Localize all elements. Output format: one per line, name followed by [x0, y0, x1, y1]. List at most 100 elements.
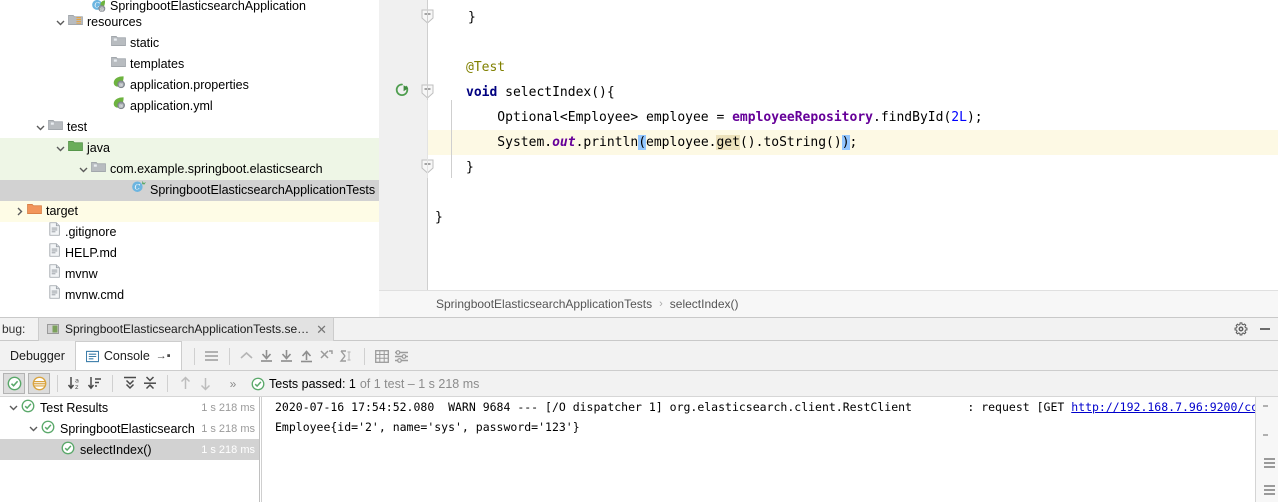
spring-leaf-icon: @	[111, 96, 126, 117]
code-editor[interactable]: } @Test void selectIndex(){ Optional<Emp…	[379, 0, 1278, 290]
test-runner-toolbar: az » Tests passed: 1 of 1 test – 1 s 218…	[0, 371, 1278, 397]
test-tree-row[interactable]: selectIndex() 1 s 218 ms	[0, 439, 259, 460]
next-test-icon[interactable]	[195, 374, 215, 394]
tree-item-label: templates	[130, 57, 185, 71]
scrollbar-grip[interactable]	[1264, 485, 1275, 499]
breadcrumb-class[interactable]: SpringbootElasticsearchApplicationTests	[436, 297, 652, 311]
gear-icon[interactable]	[1234, 322, 1248, 336]
tab-debugger-label: Debugger	[10, 349, 65, 363]
tree-item-label: target	[46, 204, 78, 218]
editor-gutter[interactable]	[379, 0, 434, 290]
top-area: C @ SpringbootElasticsearchApplication reso…	[0, 0, 1278, 317]
tree-item-test[interactable]: test	[0, 117, 379, 138]
test-tree-label: selectIndex()	[80, 442, 152, 457]
tab-debugger[interactable]: Debugger	[0, 342, 75, 371]
tree-item-springbootelasticsearchapplication[interactable]: C @ SpringbootElasticsearchApplication	[0, 0, 379, 12]
collapse-all-icon[interactable]	[140, 374, 160, 394]
test-tree-label: SpringbootElasticsearch	[60, 421, 195, 436]
expand-all-icon[interactable]	[120, 374, 140, 394]
tree-item-target[interactable]: target	[0, 201, 379, 222]
tree-item-label: application.properties	[130, 78, 249, 92]
step-into-icon[interactable]	[277, 346, 297, 366]
toolbar-divider	[228, 347, 230, 365]
step-out-icon[interactable]	[237, 346, 257, 366]
file-icon	[48, 285, 61, 306]
svg-text:@: @	[119, 82, 124, 88]
file-icon	[48, 264, 61, 285]
tree-item-label: .gitignore	[65, 225, 117, 239]
previous-test-icon[interactable]	[175, 374, 195, 394]
folder-icon	[111, 54, 126, 75]
sort-alphabetically-icon[interactable]: az	[65, 374, 85, 394]
code-line-annotation: @Test	[466, 60, 506, 75]
breadcrumb-method[interactable]: selectIndex()	[670, 297, 739, 311]
chevron-right-icon[interactable]	[14, 206, 25, 217]
tree-item-label: mvnw.cmd	[65, 288, 125, 302]
breadcrumb[interactable]: SpringbootElasticsearchApplicationTests …	[379, 290, 1278, 317]
tree-item-templates[interactable]: templates	[0, 54, 379, 75]
chevron-down-icon[interactable]	[55, 143, 66, 154]
console-output[interactable]: 2020-07-16 17:54:52.080 WARN 9684 --- [/…	[261, 397, 1255, 503]
run-test-gutter-icon[interactable]	[391, 80, 413, 105]
toolbar-divider	[363, 347, 365, 365]
test-tree-row[interactable]: Test Results 1 s 218 ms	[0, 397, 259, 418]
test-tree-label: Test Results	[40, 400, 109, 415]
settings-lines-icon[interactable]	[392, 346, 412, 366]
console-scroll-markers[interactable]	[1255, 397, 1278, 503]
chevron-down-icon[interactable]	[8, 402, 19, 413]
pin-tab-icon[interactable]: →▪	[156, 350, 171, 362]
tree-item--gitignore[interactable]: .gitignore	[0, 222, 379, 243]
chevron-down-icon[interactable]	[35, 122, 46, 133]
close-icon[interactable]: ✕	[316, 323, 327, 336]
resources-folder-icon	[68, 12, 83, 33]
minimize-icon[interactable]	[1260, 328, 1270, 330]
tree-item-label: static	[130, 36, 160, 50]
run-configuration-tab-label: SpringbootElasticsearchApplicationTests.…	[65, 322, 310, 336]
project-tree-panel[interactable]: C @ SpringbootElasticsearchApplication reso…	[0, 0, 379, 317]
tree-item-com-example-springboot-elasticsearch[interactable]: com.example.springboot.elasticsearch	[0, 159, 379, 180]
file-icon	[48, 222, 61, 243]
step-over-icon[interactable]	[257, 346, 277, 366]
tree-item-mvnw-cmd[interactable]: mvnw.cmd	[0, 285, 379, 306]
test-results-tree[interactable]: Test Results 1 s 218 ms SpringbootElastics…	[0, 397, 260, 503]
spring-leaf-icon: @	[111, 75, 126, 96]
show-ignored-icon[interactable]	[28, 373, 50, 394]
code-text[interactable]: } @Test void selectIndex(){ Optional<Emp…	[428, 0, 1278, 290]
test-status: Tests passed: 1 of 1 test – 1 s 218 ms	[251, 377, 479, 391]
tabbar-actions	[1234, 322, 1278, 336]
run-configuration-tab[interactable]: SpringbootElasticsearchApplicationTests.…	[38, 317, 335, 341]
tree-item-application-properties[interactable]: @ application.properties	[0, 75, 379, 96]
tree-item-java[interactable]: java	[0, 138, 379, 159]
evaluate-expression-icon[interactable]	[337, 346, 357, 366]
run-to-cursor-icon[interactable]	[317, 346, 337, 366]
tree-item-label: SpringbootElasticsearchApplicationTests	[150, 183, 376, 197]
chevron-down-icon[interactable]	[28, 423, 39, 434]
tree-item-springbootelasticsearchapplicationtests[interactable]: C SpringbootElasticsearchApplicationTests	[0, 180, 379, 201]
sort-by-duration-icon[interactable]	[85, 374, 105, 394]
console-url-link[interactable]: http://192.168.7.96:9200/company/employe…	[1071, 400, 1255, 414]
tree-item-application-yml[interactable]: @ application.yml	[0, 96, 379, 117]
test-tree-row[interactable]: SpringbootElasticsearch 1 s 218 ms	[0, 418, 259, 439]
tree-item-label: HELP.md	[65, 246, 117, 260]
chevron-right-icon: ›	[659, 298, 663, 310]
test-runner-panel: az » Tests passed: 1 of 1 test – 1 s 218…	[0, 371, 1278, 503]
tree-item-help-md[interactable]: HELP.md	[0, 243, 379, 264]
menu-lines-icon[interactable]	[202, 346, 222, 366]
force-step-into-icon[interactable]	[297, 346, 317, 366]
chevron-down-icon[interactable]	[55, 17, 66, 28]
chevron-down-icon[interactable]	[78, 164, 89, 175]
code-line-println: System.out.println(employee.get().toStri…	[466, 135, 858, 150]
tree-item-static[interactable]: static	[0, 33, 379, 54]
code-line-signature: void selectIndex(){	[466, 85, 615, 100]
test-duration: 1 s 218 ms	[201, 443, 255, 456]
test-status-main: Tests passed: 1	[269, 376, 356, 391]
table-view-icon[interactable]	[372, 346, 392, 366]
orange-folder-icon	[27, 201, 42, 222]
scrollbar-grip[interactable]	[1264, 458, 1275, 472]
console-log-text: Employee{id='2', name='sys', password='1…	[275, 420, 580, 434]
show-passed-icon[interactable]	[3, 373, 25, 394]
tree-item-mvnw[interactable]: mvnw	[0, 264, 379, 285]
tab-console[interactable]: Console →▪	[74, 340, 182, 372]
more-options-icon[interactable]: »	[223, 374, 243, 394]
tree-item-resources[interactable]: resources	[0, 12, 379, 33]
